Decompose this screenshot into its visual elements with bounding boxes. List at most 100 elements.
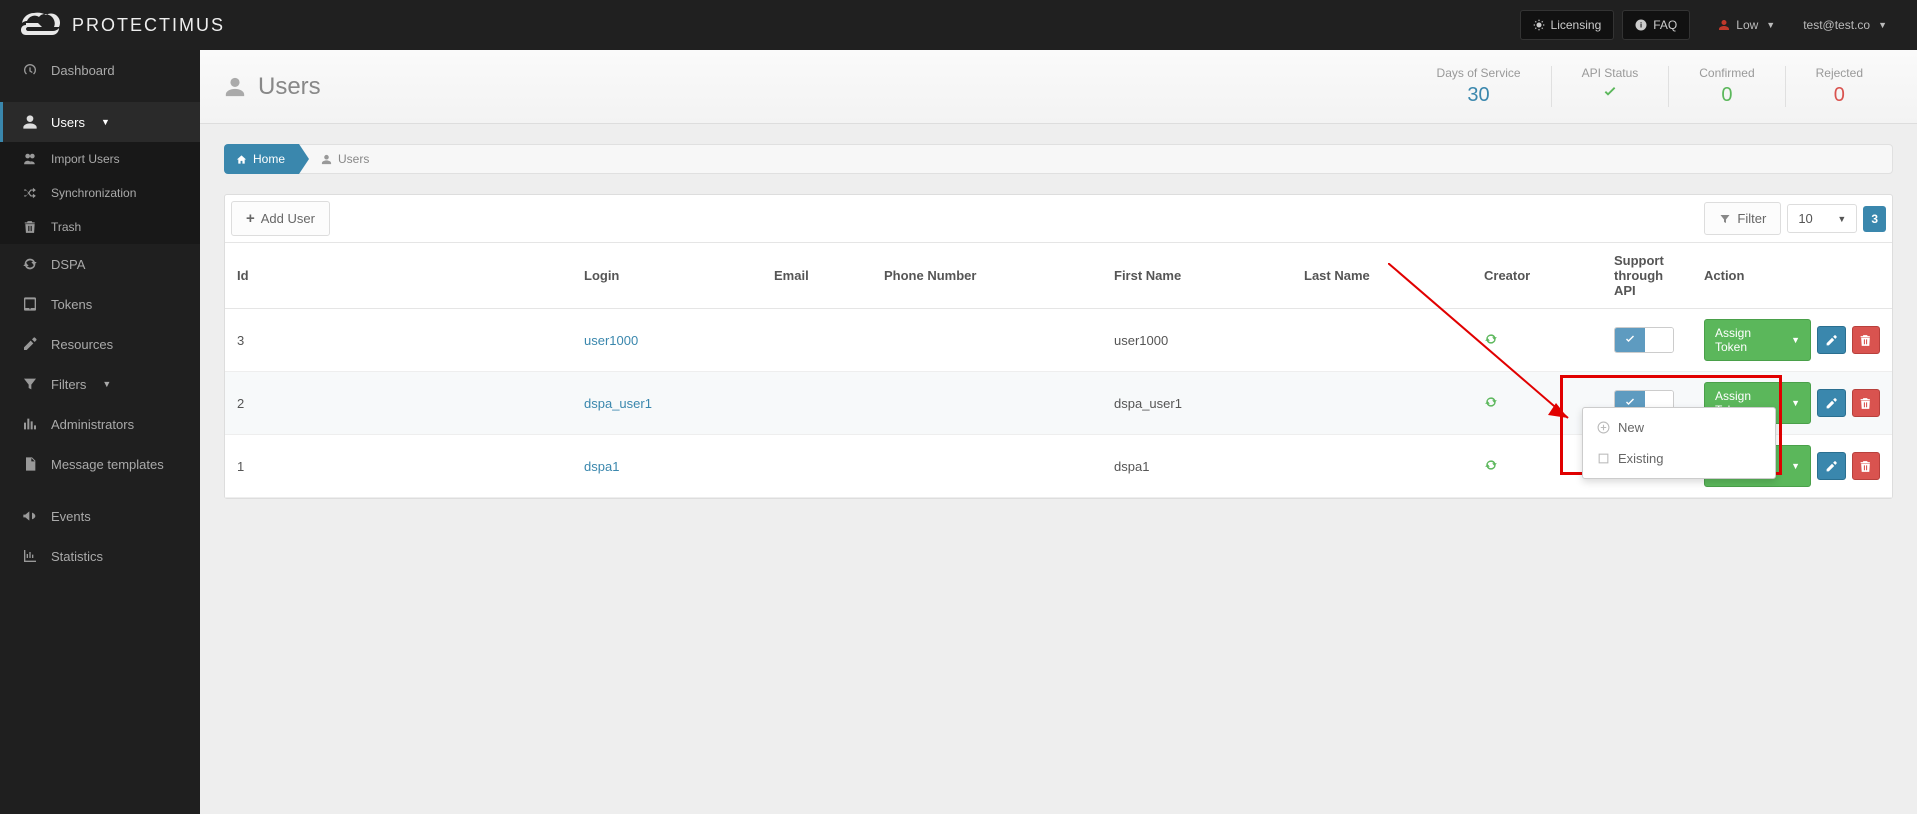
cell-email (762, 372, 872, 435)
nav-tokens[interactable]: Tokens (0, 284, 200, 324)
cell-id: 2 (225, 372, 572, 435)
cell-last (1292, 435, 1472, 498)
user-icon (1718, 19, 1730, 31)
account-menu[interactable]: test@test.co ▼ (1803, 18, 1887, 32)
edit-icon (21, 336, 39, 352)
assign-new[interactable]: New (1583, 412, 1775, 443)
stat-days: Days of Service 30 (1407, 66, 1551, 107)
security-level-menu[interactable]: Low ▼ (1718, 18, 1775, 32)
cell-id: 3 (225, 309, 572, 372)
user-icon (321, 154, 332, 165)
filter-button[interactable]: Filter (1704, 202, 1781, 235)
user-icon (224, 76, 246, 98)
caret-down-icon: ▼ (1766, 20, 1775, 30)
shuffle-icon (21, 186, 39, 200)
col-creator: Creator (1472, 243, 1602, 309)
breadcrumb-home[interactable]: Home (224, 144, 299, 174)
nav-message-templates[interactable]: Message templates (0, 444, 200, 484)
page-size-select[interactable]: 10 ▼ (1787, 204, 1857, 233)
cell-id: 1 (225, 435, 572, 498)
plus-circle-icon (1597, 421, 1610, 434)
svg-text:i: i (1640, 21, 1642, 30)
col-id: Id (225, 243, 572, 309)
trash-icon (21, 220, 39, 234)
cell-phone (872, 309, 1102, 372)
cell-last (1292, 309, 1472, 372)
assign-token-dropdown: New Existing (1582, 407, 1776, 479)
dashboard-icon (21, 62, 39, 78)
nav-events[interactable]: Events (0, 496, 200, 536)
api-toggle[interactable] (1614, 327, 1674, 353)
cell-email (762, 435, 872, 498)
sun-icon (1533, 19, 1545, 31)
edit-button[interactable] (1817, 389, 1845, 417)
caret-down-icon: ▼ (1791, 398, 1800, 408)
check-icon (1582, 84, 1639, 107)
filter-icon (1719, 213, 1731, 225)
nav-trash[interactable]: Trash (0, 210, 200, 244)
edit-button[interactable] (1817, 326, 1845, 354)
caret-down-icon: ▼ (1837, 214, 1846, 224)
brand-logo[interactable]: PROTECTIMUS (20, 11, 225, 39)
creator-refresh[interactable] (1472, 309, 1602, 372)
caret-down-icon: ▼ (1791, 461, 1800, 471)
nav-filters[interactable]: Filters ▼ (0, 364, 200, 404)
document-icon (21, 456, 39, 472)
col-action: Action (1692, 243, 1892, 309)
login-link[interactable]: dspa_user1 (584, 396, 652, 411)
page-title: Users (224, 73, 321, 101)
faq-button[interactable]: i FAQ (1622, 10, 1690, 40)
cell-phone (872, 372, 1102, 435)
megaphone-icon (21, 508, 39, 524)
login-link[interactable]: user1000 (584, 333, 638, 348)
delete-button[interactable] (1852, 326, 1880, 354)
nav-resources[interactable]: Resources (0, 324, 200, 364)
col-phone: Phone Number (872, 243, 1102, 309)
refresh-icon (21, 256, 39, 272)
stats-icon (21, 548, 39, 564)
stat-rejected: Rejected 0 (1785, 66, 1893, 107)
assign-existing[interactable]: Existing (1583, 443, 1775, 474)
caret-down-icon: ▼ (102, 379, 111, 389)
nav-synchronization[interactable]: Synchronization (0, 176, 200, 210)
check-icon (1615, 328, 1645, 352)
nav-users[interactable]: Users ▼ (0, 102, 200, 142)
nav-dashboard[interactable]: Dashboard (0, 50, 200, 90)
licensing-button[interactable]: Licensing (1520, 10, 1615, 40)
assign-token-button[interactable]: Assign Token ▼ (1704, 319, 1811, 361)
count-badge: 3 (1863, 206, 1886, 232)
nav-dspa[interactable]: DSPA (0, 244, 200, 284)
col-email: Email (762, 243, 872, 309)
users-icon (21, 152, 39, 166)
caret-down-icon: ▼ (1791, 335, 1800, 345)
stat-confirmed: Confirmed 0 (1668, 66, 1784, 107)
delete-button[interactable] (1852, 389, 1880, 417)
logo-icon (20, 11, 64, 39)
caret-down-icon: ▼ (101, 117, 110, 127)
cell-phone (872, 435, 1102, 498)
tablet-icon (21, 296, 39, 312)
cell-first: dspa_user1 (1102, 372, 1292, 435)
col-support: Support through API (1602, 243, 1692, 309)
brand-text: PROTECTIMUS (72, 15, 225, 36)
col-first: First Name (1102, 243, 1292, 309)
cell-email (762, 309, 872, 372)
user-icon (21, 114, 39, 130)
login-link[interactable]: dspa1 (584, 459, 619, 474)
breadcrumb: Home Users (224, 144, 1893, 174)
nav-statistics[interactable]: Statistics (0, 536, 200, 576)
add-user-button[interactable]: + Add User (231, 201, 330, 236)
home-icon (236, 154, 247, 165)
stat-api: API Status (1551, 66, 1669, 107)
filter-icon (21, 376, 39, 392)
delete-button[interactable] (1852, 452, 1880, 480)
caret-down-icon: ▼ (1878, 20, 1887, 30)
plus-icon: + (246, 210, 255, 227)
col-login: Login (572, 243, 762, 309)
table-row: 3 user1000 user1000 Assign Token ▼ (225, 309, 1892, 372)
nav-administrators[interactable]: Administrators (0, 404, 200, 444)
nav-import-users[interactable]: Import Users (0, 142, 200, 176)
col-last: Last Name (1292, 243, 1472, 309)
cell-first: user1000 (1102, 309, 1292, 372)
edit-button[interactable] (1817, 452, 1845, 480)
